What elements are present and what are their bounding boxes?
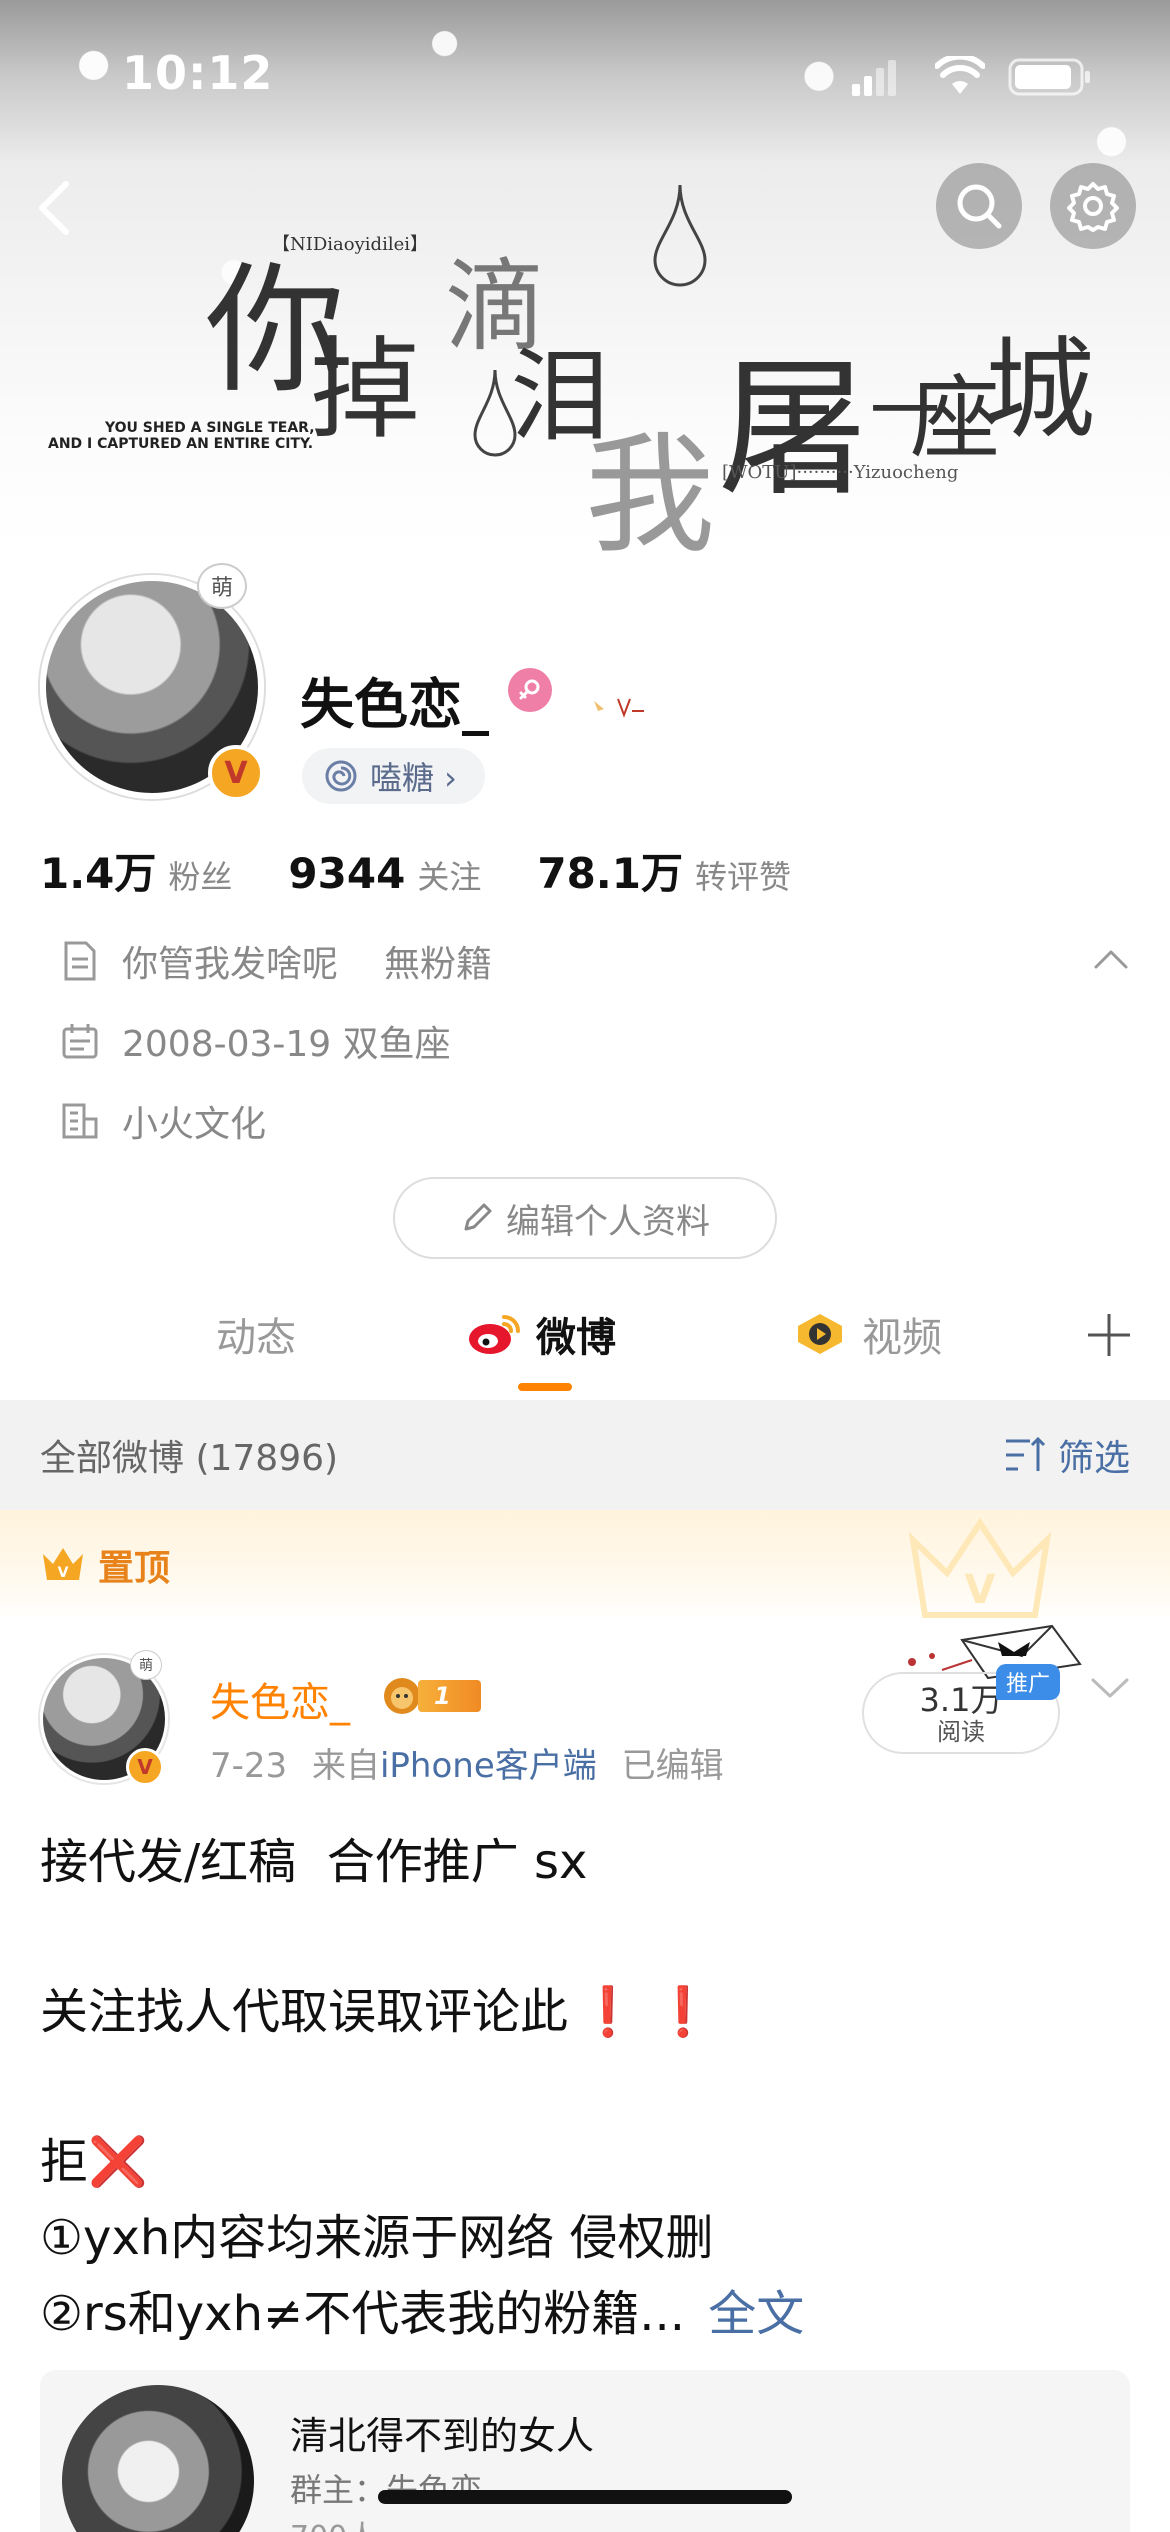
- post-meta: 7-23 来自iPhone客户端 已编辑: [210, 1738, 724, 1787]
- company-text: 小火文化: [122, 1104, 267, 1145]
- filter-button[interactable]: 筛选: [1004, 1429, 1130, 1481]
- edit-profile-label: 编辑个人资料: [506, 1201, 710, 1242]
- stat-following[interactable]: 9344 关注: [288, 849, 481, 898]
- collapse-chevron-icon[interactable]: [1093, 948, 1129, 970]
- svg-text:V: V: [965, 1567, 996, 1613]
- status-time: 10:12: [122, 46, 274, 100]
- cover-char-wo: 我: [585, 419, 716, 571]
- post-date: 7-23: [210, 1746, 288, 1786]
- cover-char-diao: 掉: [310, 326, 420, 454]
- pencil-icon: [464, 1203, 492, 1231]
- weibo-icon: [469, 1315, 520, 1354]
- profile-name: 失色恋_: [300, 673, 489, 736]
- feed-filter-bar: 全部微博 (17896) 筛选: [0, 1400, 1170, 1510]
- all-posts-label: 全部微博 (17896): [40, 1438, 339, 1479]
- pinned-label: 置顶: [98, 1548, 171, 1589]
- active-tab-indicator: [518, 1383, 572, 1391]
- cover-char-tu: 屠: [718, 343, 869, 517]
- cross-mark-icon: ❌: [88, 2134, 148, 2190]
- tag-pill[interactable]: 嗑糖 ›: [302, 748, 485, 804]
- group-owner: 群主：失色恋: [290, 2465, 482, 2511]
- cover-char-cheng: 城: [985, 326, 1095, 454]
- stat-fans[interactable]: 1.4万 粉丝: [40, 840, 232, 901]
- post-source-prefix: 来自: [311, 1746, 380, 1786]
- group-count: 700人: [290, 2512, 377, 2532]
- more-chevron-icon[interactable]: [1090, 1676, 1130, 1700]
- read-more-link[interactable]: 全文: [708, 2286, 804, 2342]
- verified-badge: V: [208, 745, 264, 801]
- tab-video[interactable]: 视频: [792, 1305, 942, 1363]
- fan-club: 無粉籍: [384, 944, 493, 985]
- post-line-1: 接代发/红稿 合作推广 sx: [40, 1834, 588, 1890]
- post-author[interactable]: 失色恋_: [210, 1670, 350, 1728]
- birthday-row: 2008-03-19 双鱼座: [60, 1015, 451, 1067]
- search-icon: [957, 184, 1002, 229]
- post-line-2: 关注找人代取误取评论此 ❗ ❗: [40, 1984, 713, 2040]
- tag-pill-label: 嗑糖 ›: [370, 759, 457, 797]
- birthday-text: 2008-03-19 双鱼座: [122, 1024, 451, 1065]
- post-verified-badge: V: [126, 1748, 164, 1786]
- post-line-3: 拒❌: [40, 2134, 148, 2190]
- calendar-icon: [62, 1024, 98, 1059]
- back-icon[interactable]: [34, 178, 74, 238]
- female-icon: [508, 668, 552, 712]
- post-edited: 已编辑: [621, 1746, 724, 1786]
- reads-label: 阅读: [937, 1718, 985, 1746]
- stat-likes[interactable]: 78.1万 转评赞: [537, 840, 791, 901]
- avatar-tag: 萌: [197, 563, 247, 609]
- company-row: 小火文化: [60, 1095, 266, 1147]
- document-icon: [64, 941, 96, 981]
- svg-text:V: V: [58, 1565, 69, 1581]
- level-badge: 1: [380, 1676, 481, 1716]
- teardrop-icon: [653, 184, 707, 287]
- crown-icon: V: [43, 1548, 83, 1581]
- tab-dynamic[interactable]: 动态: [216, 1305, 296, 1363]
- settings-button[interactable]: [1050, 163, 1136, 249]
- post-source[interactable]: iPhone客户端: [380, 1746, 597, 1786]
- decoration-icon: [594, 698, 644, 718]
- battery-icon: [1008, 58, 1090, 96]
- post-avatar-tag: 萌: [130, 1650, 162, 1680]
- signal-icon: [852, 60, 896, 96]
- stats-row: 1.4万 粉丝 9344 关注 78.1万 转评赞: [40, 840, 791, 901]
- crown-watermark-icon: V: [908, 1517, 1052, 1618]
- teardrop-icon: [473, 369, 517, 457]
- group-title: 清北得不到的女人: [290, 2414, 595, 2458]
- cover-tag: [WOTU]··········Yizuocheng: [722, 462, 959, 483]
- wifi-icon: [935, 56, 985, 94]
- tab-weibo[interactable]: 微博: [466, 1305, 616, 1363]
- level-number: 1: [418, 1680, 481, 1712]
- add-tab-icon[interactable]: [1086, 1312, 1132, 1358]
- promo-badge: 推广: [996, 1664, 1061, 1700]
- post-line-4: ①yxh内容均来源于网络 侵权删: [40, 2210, 714, 2266]
- bio-text: 你管我发啥呢: [122, 944, 339, 985]
- bio-row: 你管我发啥呢 無粉籍: [60, 935, 492, 987]
- post-line-5: ②rs和yxh≠不代表我的粉籍... 全文: [40, 2286, 805, 2342]
- gear-icon: [1067, 182, 1119, 232]
- edit-profile-button[interactable]: 编辑个人资料: [393, 1177, 777, 1259]
- search-button[interactable]: [936, 163, 1022, 249]
- filter-icon: [1005, 1436, 1046, 1471]
- home-indicator: [378, 2490, 792, 2504]
- exclamation-icon: ❗ ❗: [578, 1984, 713, 2040]
- spiral-icon: [325, 760, 357, 792]
- cover-english-1: YOU SHED A SINGLE TEAR,: [105, 420, 315, 436]
- video-icon: [798, 1314, 842, 1354]
- building-icon: [62, 1103, 98, 1139]
- cover-english-2: AND I CAPTURED AN ENTIRE CITY.: [48, 436, 314, 452]
